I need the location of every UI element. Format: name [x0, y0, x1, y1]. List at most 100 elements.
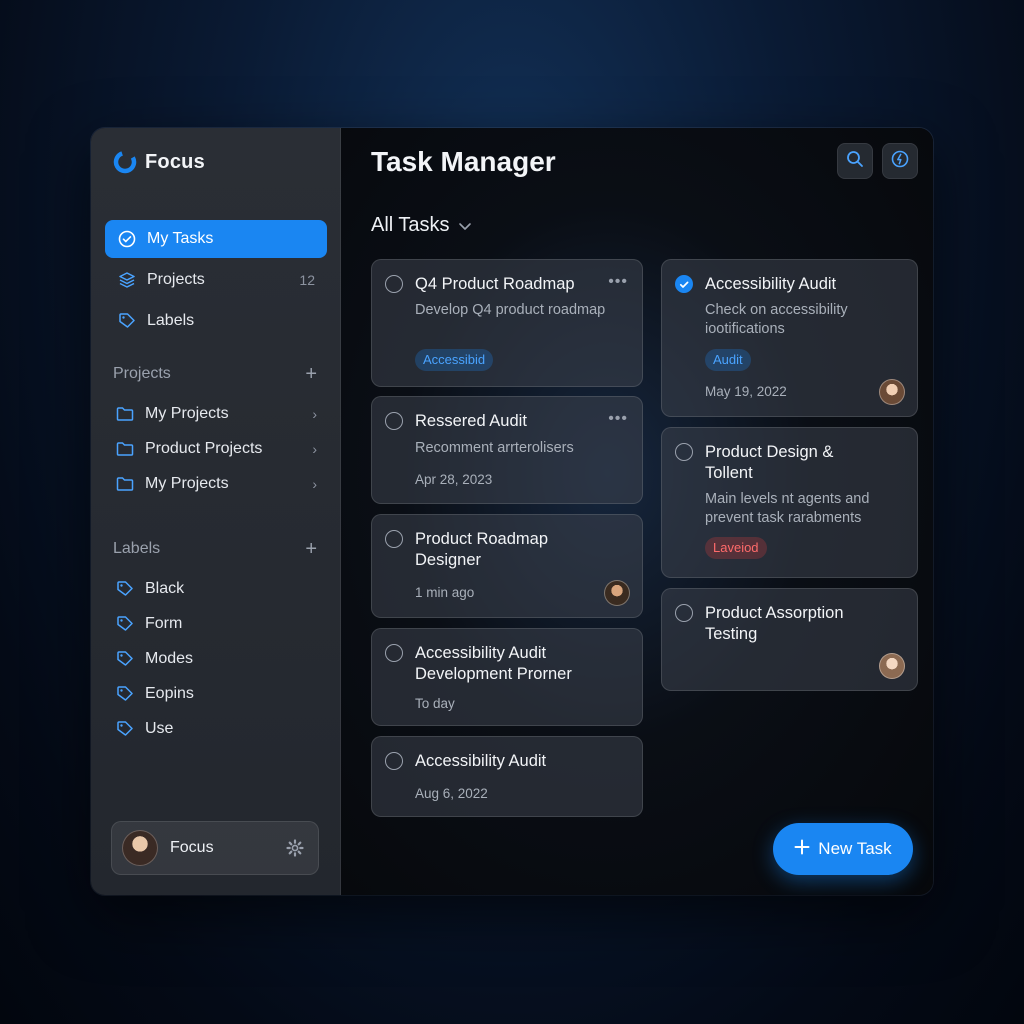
nav-item-label: Projects — [147, 271, 205, 288]
avatar — [879, 653, 905, 679]
folder-icon — [115, 474, 135, 494]
search-icon — [846, 150, 864, 173]
project-label: My Projects — [145, 474, 229, 492]
task-card[interactable]: Ressered Audit ••• Recomment arrterolise… — [371, 396, 643, 504]
activity-button[interactable] — [882, 143, 918, 179]
task-checkbox[interactable] — [385, 530, 403, 548]
label-item[interactable]: Form — [105, 606, 327, 641]
layers-icon — [117, 270, 137, 290]
avatar — [879, 379, 905, 405]
tag-icon — [115, 684, 135, 704]
task-checkbox[interactable] — [385, 275, 403, 293]
projects-list: My Projects › Product Projects › My Proj… — [105, 396, 327, 501]
projects-count-badge: 12 — [299, 272, 315, 288]
label-item[interactable]: Black — [105, 571, 327, 606]
task-checkbox-checked[interactable] — [675, 275, 693, 293]
task-title: Accessibility Audit Development Prorner — [415, 644, 572, 683]
label-item[interactable]: Eopins — [105, 676, 327, 711]
tag-icon — [115, 579, 135, 599]
task-checkbox[interactable] — [385, 412, 403, 430]
task-tag: Laveiod — [705, 537, 767, 559]
check-circle-icon — [117, 229, 137, 249]
nav-item-label: Labels — [147, 312, 195, 329]
task-tag: Accessibid — [415, 349, 494, 371]
app-name: Focus — [145, 150, 205, 173]
task-checkbox[interactable] — [385, 752, 403, 770]
chevron-down-icon — [458, 214, 472, 237]
folder-icon — [115, 404, 135, 424]
project-label: Product Projects — [145, 439, 263, 457]
task-title: Accessibility Audit — [705, 275, 837, 293]
brand[interactable]: Focus — [113, 150, 205, 174]
task-card[interactable]: Accessibility Audit Aug 6, 2022 — [371, 736, 643, 817]
plus-icon — [794, 839, 810, 860]
projects-heading: Projects — [113, 365, 171, 382]
user-name: Focus — [170, 839, 214, 856]
task-description: Develop Q4 product roadmap — [415, 302, 606, 318]
new-task-label: New Task — [818, 839, 892, 858]
add-label-plus-icon[interactable]: + — [305, 539, 317, 559]
label-text: Use — [145, 719, 174, 737]
label-text: Form — [145, 614, 183, 632]
task-card[interactable]: Product Assorption Testing — [661, 588, 918, 691]
task-date: Aug 6, 2022 — [415, 786, 488, 801]
main-nav: My Tasks Projects 12 Labels — [105, 220, 327, 343]
task-checkbox[interactable] — [675, 604, 693, 622]
project-label: My Projects — [145, 404, 229, 422]
search-button[interactable] — [837, 143, 873, 179]
chevron-right-icon: › — [312, 440, 317, 457]
task-card[interactable]: Accessibility Audit Development Prorner … — [371, 628, 643, 726]
page-title: Task Manager — [371, 146, 556, 177]
task-card[interactable]: Product Design & Tollent Main levels nt … — [661, 427, 918, 578]
task-card[interactable]: Product Roadmap Designer 1 min ago — [371, 514, 643, 618]
labels-section-header: Labels + — [113, 539, 317, 559]
nav-item-projects[interactable]: Projects 12 — [105, 261, 327, 299]
task-card[interactable]: Accessibility Audit Check on accessibili… — [661, 259, 918, 417]
more-options-icon[interactable]: ••• — [608, 410, 628, 428]
tag-icon — [115, 614, 135, 634]
nav-item-my-tasks[interactable]: My Tasks — [105, 220, 327, 258]
task-title: Product Assorption Testing — [705, 604, 844, 643]
project-item[interactable]: Product Projects › — [105, 431, 327, 466]
task-title: Ressered Audit — [415, 412, 527, 430]
task-date: To day — [415, 696, 455, 711]
task-card[interactable]: Q4 Product Roadmap ••• Develop Q4 produc… — [371, 259, 643, 387]
filter-label: All Tasks — [371, 214, 450, 236]
new-task-button[interactable]: New Task — [773, 823, 913, 875]
main-panel: Task Manager All Tasks Q4 Product Roadma… — [341, 128, 933, 895]
avatar — [122, 830, 158, 866]
gear-icon[interactable] — [286, 839, 304, 857]
tag-icon — [117, 311, 137, 331]
task-date: Apr 28, 2023 — [415, 472, 493, 487]
task-date: May 19, 2022 — [705, 384, 787, 399]
task-checkbox[interactable] — [385, 644, 403, 662]
projects-section-header: Projects + — [113, 364, 317, 384]
chevron-right-icon: › — [312, 475, 317, 492]
label-item[interactable]: Modes — [105, 641, 327, 676]
focus-logo-icon — [113, 150, 137, 174]
labels-heading: Labels — [113, 540, 161, 557]
task-title: Product Design & Tollent — [705, 443, 834, 482]
user-profile-card[interactable]: Focus — [111, 821, 319, 875]
task-date: 1 min ago — [415, 585, 475, 600]
task-description: Check on accessibility iootifications — [705, 302, 848, 337]
label-text: Eopins — [145, 684, 194, 702]
task-filter-dropdown[interactable]: All Tasks — [371, 214, 472, 237]
nav-item-label: My Tasks — [147, 230, 214, 247]
project-item[interactable]: My Projects › — [105, 396, 327, 431]
activity-icon — [891, 150, 909, 173]
add-project-plus-icon[interactable]: + — [305, 364, 317, 384]
app-window: Focus My Tasks Projects 12 Labels Projec… — [91, 128, 933, 895]
label-text: Black — [145, 579, 185, 597]
project-item[interactable]: My Projects › — [105, 466, 327, 501]
task-description: Recomment arrterolisers — [415, 440, 574, 456]
more-options-icon[interactable]: ••• — [608, 273, 628, 291]
sidebar: Focus My Tasks Projects 12 Labels Projec… — [91, 128, 341, 895]
chevron-right-icon: › — [312, 405, 317, 422]
label-item[interactable]: Use — [105, 711, 327, 746]
task-checkbox[interactable] — [675, 443, 693, 461]
task-tag: Audit — [705, 349, 751, 371]
task-description: Main levels nt agents and prevent task r… — [705, 491, 870, 526]
nav-item-labels[interactable]: Labels — [105, 302, 327, 340]
tag-icon — [115, 649, 135, 669]
